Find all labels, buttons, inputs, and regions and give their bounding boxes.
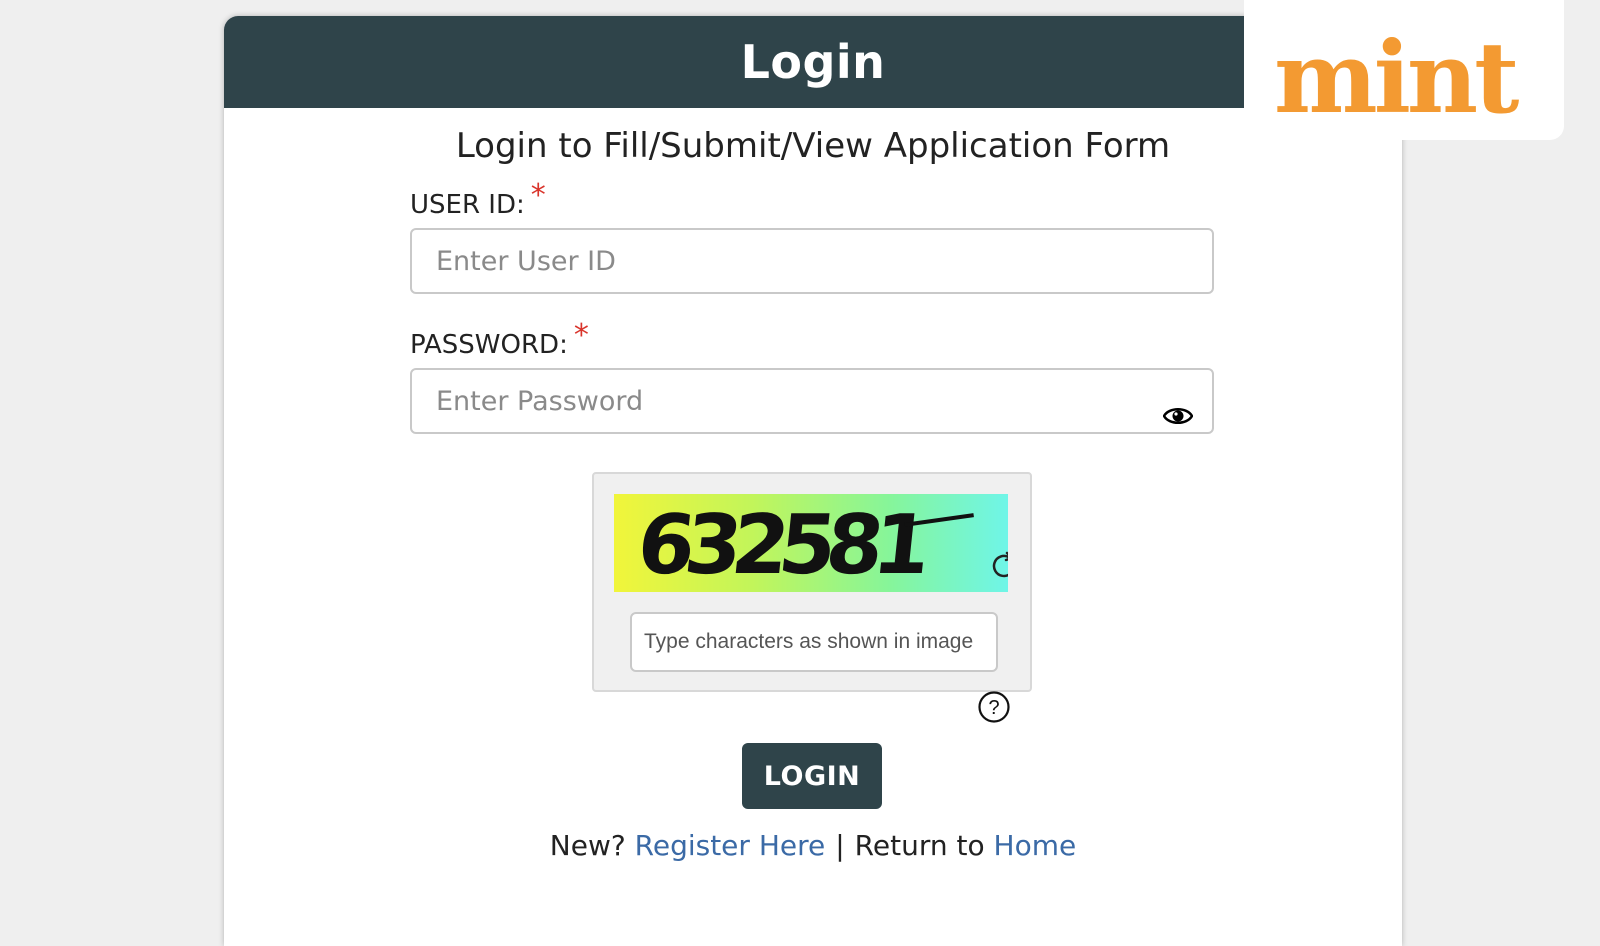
svg-text:mint: mint (1274, 21, 1519, 122)
login-card: Login Login to Fill/Submit/View Applicat… (224, 16, 1402, 946)
register-link[interactable]: Register Here (635, 829, 826, 862)
refresh-icon[interactable] (987, 549, 1008, 583)
captcha-text: 632581 (633, 498, 926, 592)
password-label: PASSWORD: * (410, 318, 589, 361)
footer-links: New? Register Here | Return to Home (224, 829, 1402, 862)
mint-logo-watermark: mint (1244, 0, 1564, 140)
user-id-input[interactable] (410, 228, 1214, 294)
password-label-text: PASSWORD: (410, 330, 568, 360)
captcha-image: 632581 (614, 494, 1008, 592)
separator: | (835, 829, 845, 862)
login-button[interactable]: LOGIN (742, 743, 882, 809)
mint-logo: mint (1274, 21, 1523, 122)
return-prefix: Return to (854, 829, 985, 862)
user-id-label-text: USER ID: (410, 190, 525, 220)
home-link[interactable]: Home (994, 829, 1077, 862)
password-input[interactable] (410, 368, 1214, 434)
captcha-panel: 632581 (592, 472, 1032, 692)
captcha-input[interactable] (630, 612, 998, 672)
question-circle-icon[interactable]: ? (977, 690, 1011, 724)
card-header: Login (224, 16, 1402, 108)
page-title: Login (740, 35, 886, 89)
svg-text:?: ? (988, 697, 999, 719)
required-asterisk: * (573, 318, 589, 353)
form-subtitle: Login to Fill/Submit/View Application Fo… (455, 126, 1171, 166)
new-prefix: New? (549, 829, 626, 862)
user-id-label: USER ID: * (410, 178, 546, 221)
required-asterisk: * (530, 178, 546, 213)
eye-icon[interactable] (1158, 396, 1198, 436)
